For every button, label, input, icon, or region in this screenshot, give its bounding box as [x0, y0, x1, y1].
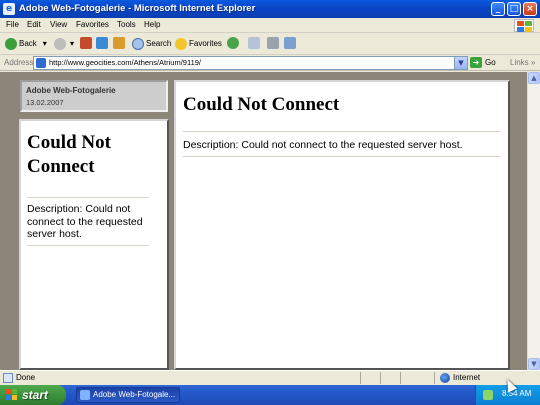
status-divider [434, 372, 435, 384]
links-button[interactable]: Links » [510, 58, 535, 67]
windows-flag-icon [6, 389, 18, 401]
page-content: Adobe Web-Fotogalerie 13.02.2007 Could N… [0, 72, 527, 370]
forward-button[interactable]: ▾ [54, 36, 74, 52]
gallery-date: 13.02.2007 [26, 98, 64, 107]
search-icon [132, 37, 144, 50]
go-arrow-icon: ➔ [470, 57, 482, 69]
menu-bar: File Edit View Favorites Tools Help [0, 18, 540, 33]
star-icon [175, 37, 187, 50]
main-error-description: Description: Could not connect to the re… [183, 139, 463, 151]
main-top-rule [183, 131, 501, 132]
page-icon [36, 58, 46, 68]
ie-task-icon [80, 390, 90, 400]
menu-favorites[interactable]: Favorites [76, 20, 109, 29]
edit-icon[interactable] [284, 37, 296, 49]
window-title: Adobe Web-Fotogalerie - Microsoft Intern… [19, 3, 256, 14]
favorites-label: Favorites [189, 39, 222, 48]
address-url: http://www.geocities.com/Athens/Atrium/9… [49, 58, 202, 67]
go-button[interactable]: ➔ Go [470, 57, 496, 69]
taskbar: start Adobe Web-Fotogale... 8:54 AM [0, 385, 540, 405]
main-bottom-rule [183, 156, 501, 157]
gallery-header: Adobe Web-Fotogalerie 13.02.2007 [20, 80, 168, 112]
start-button[interactable]: start [0, 385, 66, 405]
back-label: Back [19, 39, 37, 48]
close-button[interactable]: × [523, 2, 537, 16]
address-input[interactable]: http://www.geocities.com/Athens/Atrium/9… [33, 56, 468, 70]
left-error-heading: Could Not Connect [27, 132, 111, 177]
gallery-title: Adobe Web-Fotogalerie [26, 86, 116, 95]
maximize-button[interactable]: □ [507, 2, 521, 16]
status-text: Done [16, 373, 36, 382]
status-divider [380, 372, 381, 384]
links-label: Links [510, 58, 529, 67]
taskbar-item-ie[interactable]: Adobe Web-Fotogale... [76, 387, 180, 403]
vertical-scrollbar[interactable]: ▲ ▼ [527, 72, 540, 370]
left-top-rule [27, 197, 149, 198]
address-label: Address [4, 58, 34, 67]
home-icon[interactable] [113, 37, 125, 49]
main-frame[interactable]: Could Not Connect Description: Could not… [174, 80, 510, 370]
title-bar: e Adobe Web-Fotogalerie - Microsoft Inte… [0, 0, 540, 18]
menu-help[interactable]: Help [144, 20, 160, 29]
menu-edit[interactable]: Edit [27, 20, 41, 29]
main-error-heading: Could Not Connect [183, 94, 340, 115]
menu-tools[interactable]: Tools [117, 20, 136, 29]
minimize-button[interactable]: _ [491, 2, 505, 16]
mail-icon[interactable] [248, 37, 260, 49]
start-label: start [22, 388, 49, 402]
page-done-icon [3, 373, 13, 383]
left-error-description: Description: Could not connect to the re… [27, 203, 143, 240]
status-divider [400, 372, 401, 384]
go-label: Go [485, 58, 496, 67]
address-dropdown-icon[interactable]: ▼ [454, 57, 467, 69]
windows-logo-icon [514, 19, 534, 32]
security-zone: Internet [453, 373, 481, 382]
status-divider [360, 372, 361, 384]
stop-icon[interactable] [80, 37, 92, 49]
address-bar: Address http://www.geocities.com/Athens/… [0, 55, 540, 71]
refresh-icon[interactable] [96, 37, 108, 49]
scroll-down-icon[interactable]: ▼ [528, 358, 540, 370]
back-button[interactable]: Back ▾ [5, 36, 47, 52]
history-icon[interactable] [227, 37, 239, 49]
search-button[interactable]: Search [132, 36, 171, 52]
scroll-up-icon[interactable]: ▲ [528, 72, 540, 84]
favorites-button[interactable]: Favorites [175, 36, 222, 52]
print-icon[interactable] [267, 37, 279, 49]
menu-file[interactable]: File [6, 20, 19, 29]
ie-window: e Adobe Web-Fotogalerie - Microsoft Inte… [0, 0, 540, 405]
left-bottom-rule [27, 245, 149, 246]
status-bar: Done Internet [0, 370, 540, 385]
toolbar: Back ▾ ▾ Search Favorites [0, 33, 540, 55]
network-tray-icon[interactable] [483, 390, 493, 400]
thumbnail-frame[interactable]: Could Not Connect Description: Could not… [19, 119, 169, 370]
ie-icon: e [3, 3, 15, 15]
globe-icon [440, 373, 450, 383]
menu-view[interactable]: View [50, 20, 67, 29]
taskbar-item-label: Adobe Web-Fotogale... [93, 390, 176, 399]
search-label: Search [146, 39, 172, 48]
back-arrow-icon [5, 37, 17, 50]
forward-arrow-icon [54, 37, 66, 50]
